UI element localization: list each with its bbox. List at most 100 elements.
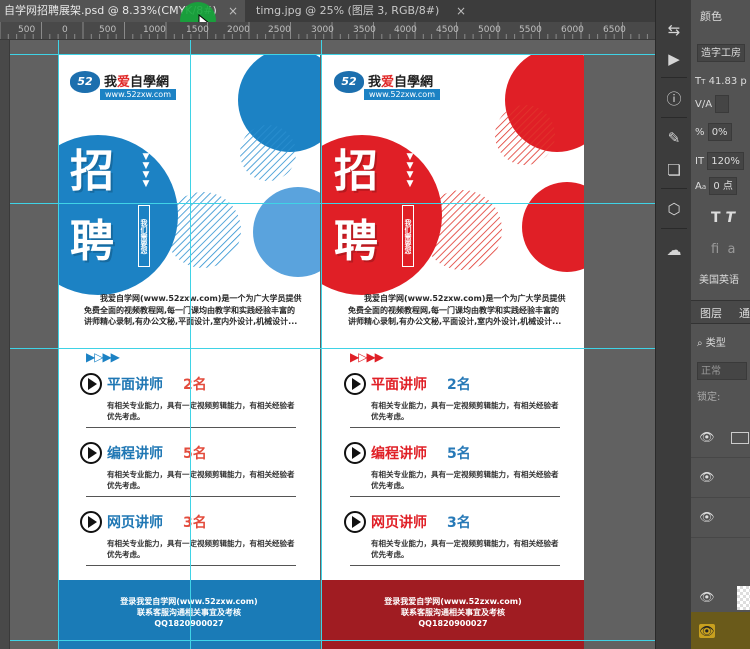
bold-type-icon[interactable]: T T — [711, 208, 735, 228]
folder-icon — [731, 432, 749, 444]
play-icon[interactable]: ▶ — [660, 47, 688, 71]
poster-blue[interactable]: 52 我爱自學網 www.52zxw.com 招 聘 ▼ ▼ ▼ ▼ 我们需要您 我爱… — [58, 55, 320, 649]
divider — [661, 77, 687, 78]
footer-line: 登录我爱自学网(www.52zxw.com) — [384, 597, 522, 606]
ruler-label: 500 — [18, 25, 36, 35]
job-item: 编程讲师 5名 有相关专业能力，具有一定视频剪辑能力，有相关经验者优先考虑。 — [344, 442, 564, 502]
footer-line: QQ1820900027 — [154, 619, 224, 628]
eye-icon[interactable]: 👁 — [699, 430, 715, 444]
eye-icon[interactable]: 👁 — [699, 510, 715, 524]
baseline-field[interactable]: Aa 0 点 — [695, 177, 737, 197]
job-desc: 有相关专业能力，具有一定视频剪辑能力，有相关经验者优先考虑。 — [107, 470, 295, 490]
job-count: 2名 — [447, 377, 471, 393]
info-icon[interactable]: ⓘ — [660, 87, 688, 111]
cloud-icon[interactable]: ☁ — [660, 238, 688, 262]
tab-layers[interactable]: 图层 — [700, 305, 722, 321]
layer-thumbnail — [737, 586, 750, 610]
right-panel: 颜色 造字工房 TT 41.83 p V/A % 0% IT 120% Aa 0… — [691, 0, 750, 649]
tab-color[interactable]: 颜色 — [691, 6, 750, 28]
brush-icon[interactable]: ✎ — [660, 126, 688, 150]
cube-icon[interactable]: ⬡ — [660, 197, 688, 221]
layer-row[interactable]: 👁 — [691, 418, 750, 458]
ruler-label: 500 — [99, 25, 117, 35]
eye-icon[interactable]: 👁 — [699, 470, 715, 484]
footer-line: QQ1820900027 — [418, 619, 488, 628]
guide-horizontal[interactable] — [10, 54, 655, 55]
ruler-label: 1500 — [186, 25, 209, 35]
font-family-field[interactable]: 造字工房 — [697, 44, 745, 64]
logo-url: www.52zxw.com — [364, 89, 440, 100]
horizontal-scale-field[interactable]: IT 120% — [695, 152, 744, 172]
blend-mode-select[interactable]: 正常 — [697, 362, 747, 382]
document-tab-bar: 自学网招聘展架.psd @ 8.33%(CMYK/8#) × timg.jpg … — [0, 0, 655, 38]
job-title: 网页讲师 — [107, 515, 163, 531]
divider — [350, 496, 560, 497]
guide-vertical[interactable] — [58, 40, 59, 649]
ruler-label: 3500 — [353, 25, 376, 35]
ruler-label: 0 — [62, 25, 68, 35]
job-count: 2名 — [183, 377, 207, 393]
guide-vertical[interactable] — [190, 40, 191, 649]
divider — [86, 565, 296, 566]
footer-line: 登录我爱自学网(www.52zxw.com) — [120, 597, 258, 606]
vertical-tag: 我们需要您 — [402, 205, 414, 267]
ligature-icon[interactable]: ﬁ a — [711, 240, 735, 260]
job-count: 5名 — [447, 446, 471, 462]
ruler-label: 4000 — [394, 25, 417, 35]
eye-icon[interactable]: 👁 — [699, 590, 715, 604]
logo-name: 我爱自學網 — [104, 75, 170, 90]
footer-line: 联系客服沟通相关事宜及考核 — [137, 608, 241, 617]
job-desc: 有相关专业能力，具有一定视频剪辑能力，有相关经验者优先考虑。 — [371, 470, 559, 490]
ruler-label: 5000 — [478, 25, 501, 35]
guide-horizontal[interactable] — [10, 348, 655, 349]
lock-label: 锁定: — [697, 392, 721, 403]
logo-badge: 52 — [70, 71, 100, 93]
eye-icon[interactable]: 👁 — [699, 624, 715, 638]
vertical-tag: 我们需要您 — [138, 205, 150, 267]
ruler-label: 6500 — [603, 25, 626, 35]
poster-red[interactable]: 52 我爱自學網 www.52zxw.com 招 聘 ▼ ▼ ▼ ▼ 我们需要您 我爱… — [322, 55, 584, 649]
vertical-scale-field[interactable]: % 0% — [695, 123, 732, 143]
clone-icon[interactable]: ❏ — [660, 158, 688, 182]
job-desc: 有相关专业能力，具有一定视频剪辑能力，有相关经验者优先考虑。 — [107, 539, 295, 559]
chevron-down-icon: ▼ ▼ ▼ ▼ — [406, 152, 414, 189]
tracking-field[interactable]: V/A — [695, 95, 730, 115]
guide-vertical[interactable] — [321, 40, 322, 649]
tab-timg-jpg[interactable]: timg.jpg @ 25% (图层 3, RGB/8#) × — [252, 0, 472, 22]
divider — [350, 565, 560, 566]
guide-horizontal[interactable] — [10, 203, 655, 204]
layer-filter-select[interactable]: ⌕ 类型 — [697, 334, 726, 354]
language-select[interactable]: 美国英语 — [699, 271, 739, 291]
job-desc: 有相关专业能力，具有一定视频剪辑能力，有相关经验者优先考虑。 — [371, 539, 559, 559]
job-title: 网页讲师 — [371, 515, 427, 531]
tab-label: timg.jpg @ 25% (图层 3, RGB/8#) — [256, 4, 440, 17]
tab-channels[interactable]: 通 — [739, 305, 750, 321]
poster-footer: 登录我爱自学网(www.52zxw.com) 联系客服沟通相关事宜及考核 QQ1… — [322, 580, 584, 649]
arrows-icon: ▶▷▶▶ — [86, 350, 120, 364]
job-item: 平面讲师 2名 有相关专业能力，具有一定视频剪辑能力，有相关经验者优先考虑。 — [344, 373, 564, 433]
canvas-area[interactable]: 52 我爱自學網 www.52zxw.com 招 聘 ▼ ▼ ▼ ▼ 我们需要您 我爱… — [10, 40, 655, 649]
ruler-label: 4500 — [436, 25, 459, 35]
swap-icon[interactable]: ⇆ — [660, 18, 688, 42]
job-title: 编程讲师 — [371, 446, 427, 462]
ruler-label: 5500 — [519, 25, 542, 35]
play-circle-icon — [344, 511, 366, 533]
left-ruler[interactable] — [0, 40, 10, 649]
job-desc: 有相关专业能力，具有一定视频剪辑能力，有相关经验者优先考虑。 — [107, 401, 295, 421]
divider — [86, 496, 296, 497]
font-size-field[interactable]: TT 41.83 p — [695, 72, 747, 92]
ruler-label: 1000 — [143, 25, 166, 35]
divider — [350, 427, 560, 428]
layer-row[interactable]: 👁 — [691, 498, 750, 538]
layer-row[interactable]: 👁 — [691, 458, 750, 498]
logo-name: 我爱自學網 — [368, 75, 434, 90]
guide-horizontal[interactable] — [10, 640, 655, 641]
intro-text: 我爱自学网(www.52zxw.com)是一个为广大学员提供免费全面的视频教程网… — [84, 294, 302, 326]
close-icon[interactable]: × — [228, 0, 238, 22]
top-ruler[interactable]: 500 0 500 1000 1500 2000 2500 3000 3500 … — [0, 22, 655, 40]
ruler-label: 6000 — [561, 25, 584, 35]
layer-row-selected[interactable]: 👁 — [691, 612, 750, 649]
ruler-label: 3000 — [311, 25, 334, 35]
ruler-label: 2500 — [268, 25, 291, 35]
close-icon[interactable]: × — [456, 0, 466, 22]
